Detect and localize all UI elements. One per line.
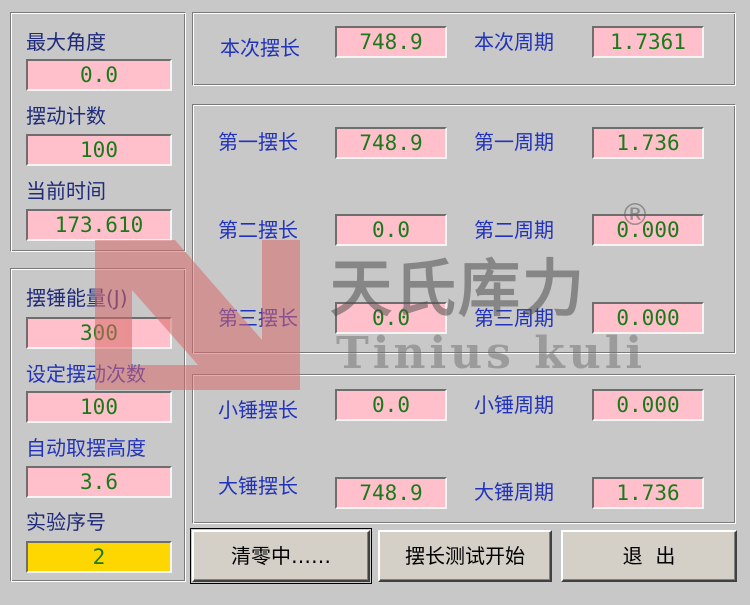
first-length-value: 748.9 [335,127,447,159]
current-time-value: 173.610 [26,209,172,241]
auto-height-value[interactable]: 3.6 [26,466,172,498]
set-swing-count-value[interactable]: 100 [26,391,172,423]
second-period-value: 0.000 [592,214,704,246]
left-bottom-panel [10,268,186,582]
hammer-energy-label: 摆锤能量(J) [26,286,128,310]
swing-count-label: 摆动计数 [26,104,106,128]
first-period-value: 1.736 [592,127,704,159]
auto-height-label: 自动取摆高度 [26,436,146,460]
small-hammer-length-label: 小锤摆长 [218,398,298,422]
first-period-label: 第一周期 [474,130,554,154]
hammer-energy-value[interactable]: 300 [26,317,172,349]
second-length-value: 0.0 [335,214,447,246]
current-length-label: 本次摆长 [220,36,300,60]
small-hammer-length-value: 0.0 [335,389,447,421]
large-hammer-period-value: 1.736 [592,477,704,509]
first-length-label: 第一摆长 [218,130,298,154]
zero-button[interactable]: 清零中…… [190,528,372,584]
sample-no-value[interactable]: 2 [26,541,172,573]
large-hammer-length-value: 748.9 [335,477,447,509]
max-angle-label: 最大角度 [26,30,106,54]
current-time-label: 当前时间 [26,179,106,203]
third-length-label: 第三摆长 [218,306,298,330]
third-length-value: 0.0 [335,302,447,334]
small-hammer-period-label: 小锤周期 [474,393,554,417]
current-period-value: 1.7361 [592,26,704,58]
second-length-label: 第二摆长 [218,218,298,242]
exit-button[interactable]: 退 出 [561,530,737,582]
current-period-label: 本次周期 [474,30,554,54]
max-angle-value: 0.0 [26,59,172,91]
large-hammer-period-label: 大锤周期 [474,480,554,504]
current-length-value: 748.9 [335,26,447,58]
small-hammer-period-value: 0.000 [592,389,704,421]
second-period-label: 第二周期 [474,218,554,242]
start-test-button[interactable]: 摆长测试开始 [378,530,552,582]
third-period-label: 第三周期 [474,306,554,330]
swing-count-value: 100 [26,134,172,166]
large-hammer-length-label: 大锤摆长 [218,474,298,498]
third-period-value: 0.000 [592,302,704,334]
set-swing-count-label: 设定摆动次数 [26,362,146,386]
sample-no-label: 实验序号 [26,510,106,534]
